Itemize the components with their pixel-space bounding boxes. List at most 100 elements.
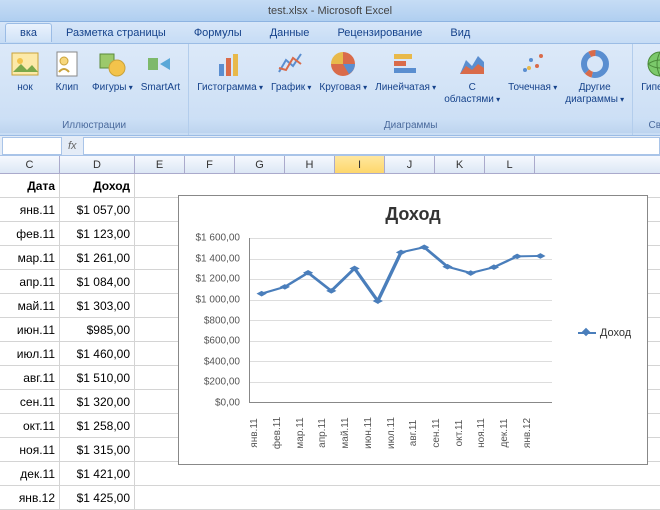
date-cell[interactable]: июн.11 [0, 318, 60, 341]
x-tick-label: янв.11 [249, 418, 260, 447]
x-tick-label: мар.11 [295, 417, 306, 448]
x-tick-label: сен.11 [431, 418, 442, 447]
col-header-L[interactable]: L [485, 156, 535, 173]
group-label: Диаграммы [189, 118, 632, 133]
chart-line [250, 238, 552, 402]
scatter-chart-button[interactable]: Точечная [504, 46, 561, 96]
line-chart-button[interactable]: График [267, 46, 315, 96]
value-cell[interactable]: $1 320,00 [60, 390, 135, 413]
picture-icon [9, 48, 41, 80]
col-header-D[interactable]: D [60, 156, 135, 173]
other-charts-button[interactable]: Другие диаграммы [561, 46, 628, 108]
bar-chart-icon [390, 48, 422, 80]
tab-review[interactable]: Рецензирование [323, 24, 436, 42]
window-title: test.xlsx - Microsoft Excel [268, 5, 392, 17]
col-header-E[interactable]: E [135, 156, 185, 173]
value-cell[interactable]: $1 460,00 [60, 342, 135, 365]
value-cell[interactable]: $1 425,00 [60, 486, 135, 509]
col-header-I[interactable]: I [335, 156, 385, 173]
date-cell[interactable]: ноя.11 [0, 438, 60, 461]
legend-label: Доход [600, 327, 631, 339]
column-headers: CDEFGHIJKL [0, 156, 660, 174]
clip-button[interactable]: Клип [46, 46, 88, 96]
value-cell[interactable]: $1 510,00 [60, 366, 135, 389]
header-cell[interactable]: Дата [0, 174, 60, 197]
legend-marker-icon [578, 332, 596, 334]
date-cell[interactable]: янв.12 [0, 486, 60, 509]
tab-data[interactable]: Данные [256, 24, 324, 42]
value-cell[interactable]: $1 261,00 [60, 246, 135, 269]
value-cell[interactable]: $1 303,00 [60, 294, 135, 317]
col-header-H[interactable]: H [285, 156, 335, 173]
date-cell[interactable]: янв.11 [0, 198, 60, 221]
tab-page-layout[interactable]: Разметка страницы [52, 24, 180, 42]
y-tick-label: $200,00 [204, 377, 240, 388]
col-header-G[interactable]: G [235, 156, 285, 173]
formula-input[interactable] [83, 137, 660, 155]
column-chart-icon [214, 48, 246, 80]
y-tick-label: $1 000,00 [196, 294, 241, 305]
shapes-button[interactable]: Фигуры [88, 46, 137, 96]
title-bar: test.xlsx - Microsoft Excel [0, 0, 660, 22]
table-row: янв.12$1 425,00 [0, 486, 660, 510]
pie-chart-icon [327, 48, 359, 80]
embedded-chart[interactable]: Доход $0,00$200,00$400,00$600,00$800,00$… [178, 195, 648, 465]
value-cell[interactable]: $1 084,00 [60, 270, 135, 293]
date-cell[interactable]: фев.11 [0, 222, 60, 245]
ribbon: нок Клип Фигуры SmartArt Иллюстрации Гис… [0, 44, 660, 136]
group-links: Гиперсс Связ [633, 44, 660, 135]
name-box[interactable] [2, 137, 62, 155]
plot [249, 238, 552, 403]
x-tick-label: ноя.11 [476, 418, 487, 448]
other-charts-icon [579, 48, 611, 80]
y-tick-label: $400,00 [204, 356, 240, 367]
date-cell[interactable]: май.11 [0, 294, 60, 317]
col-header-K[interactable]: K [435, 156, 485, 173]
y-tick-label: $1 600,00 [196, 233, 241, 244]
pie-chart-button[interactable]: Круговая [315, 46, 371, 96]
date-cell[interactable]: апр.11 [0, 270, 60, 293]
fx-icon[interactable]: fx [68, 140, 77, 152]
tab-view[interactable]: Вид [436, 24, 484, 42]
value-cell[interactable]: $985,00 [60, 318, 135, 341]
shapes-icon [96, 48, 128, 80]
x-axis: янв.11фев.11мар.11апр.11май.11июн.11июл.… [249, 403, 552, 433]
date-cell[interactable]: авг.11 [0, 366, 60, 389]
tab-insert[interactable]: вка [5, 23, 52, 42]
column-chart-button[interactable]: Гистограмма [193, 46, 267, 96]
tab-formulas[interactable]: Формулы [180, 24, 256, 42]
date-cell[interactable]: окт.11 [0, 414, 60, 437]
x-tick-label: авг.11 [408, 420, 419, 446]
date-cell[interactable]: дек.11 [0, 462, 60, 485]
smartart-button[interactable]: SmartArt [137, 46, 184, 96]
clip-icon [51, 48, 83, 80]
plot-area[interactable]: $0,00$200,00$400,00$600,00$800,00$1 000,… [179, 233, 562, 433]
col-header-J[interactable]: J [385, 156, 435, 173]
value-cell[interactable]: $1 057,00 [60, 198, 135, 221]
date-cell[interactable]: мар.11 [0, 246, 60, 269]
col-header-F[interactable]: F [185, 156, 235, 173]
value-cell[interactable]: $1 258,00 [60, 414, 135, 437]
y-axis: $0,00$200,00$400,00$600,00$800,00$1 000,… [179, 233, 244, 403]
chart-title[interactable]: Доход [179, 196, 647, 233]
bar-chart-button[interactable]: Линейчатая [371, 46, 440, 96]
chart-legend[interactable]: Доход [562, 233, 647, 433]
smartart-icon [144, 48, 176, 80]
value-cell[interactable]: $1 123,00 [60, 222, 135, 245]
line-chart-icon [275, 48, 307, 80]
x-tick-label: апр.11 [317, 418, 328, 448]
x-tick-label: янв.12 [522, 418, 533, 448]
date-cell[interactable]: сен.11 [0, 390, 60, 413]
value-cell[interactable]: $1 421,00 [60, 462, 135, 485]
area-chart-button[interactable]: С областями [440, 46, 504, 108]
value-cell[interactable]: $1 315,00 [60, 438, 135, 461]
col-header-C[interactable]: C [0, 156, 60, 173]
y-tick-label: $800,00 [204, 315, 240, 326]
picture-button[interactable]: нок [4, 46, 46, 96]
header-cell[interactable]: Доход [60, 174, 135, 197]
group-charts: Гистограмма График Круговая Линейчатая С… [189, 44, 633, 135]
group-label: Иллюстрации [0, 118, 188, 133]
date-cell[interactable]: июл.11 [0, 342, 60, 365]
hyperlink-button[interactable]: Гиперсс [637, 46, 660, 96]
y-tick-label: $600,00 [204, 336, 240, 347]
